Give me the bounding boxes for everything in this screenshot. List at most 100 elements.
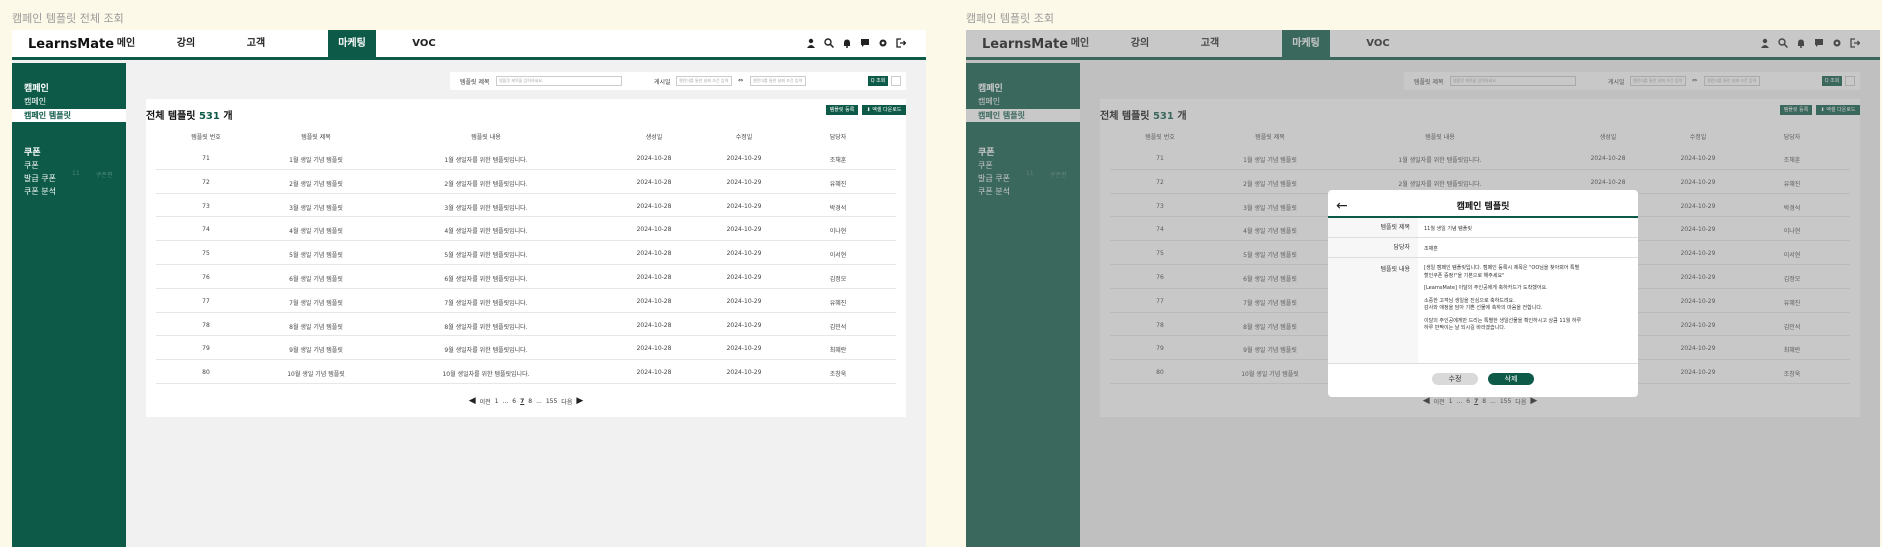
table-row[interactable]: 78 8월 생일 기념 템플릿 8월 생일자를 위한 템플릿입니다. 2024-10-… xyxy=(156,313,896,337)
modal-owner-label: 담당자 xyxy=(1328,238,1418,257)
user-icon[interactable] xyxy=(806,38,816,48)
modal-row-owner: 담당자 조채훈 xyxy=(1328,238,1638,258)
table-cell: 2024-10-29 xyxy=(726,250,762,258)
table-cell: 2024-10-28 xyxy=(636,321,672,329)
page-link[interactable]: 7 xyxy=(520,398,524,405)
next-arrow-icon[interactable]: ▶ xyxy=(576,396,583,406)
page-link[interactable]: 1 xyxy=(495,398,499,405)
table-cell: 2024-10-28 xyxy=(636,273,672,281)
table-cell: 2024-10-29 xyxy=(726,297,762,305)
table-cell: 2024-10-29 xyxy=(726,202,762,210)
modal-content-line: 소중한 고객님 생일을 진심으로 축하드려요. xyxy=(1424,297,1515,304)
column-header: 담당자 xyxy=(829,134,847,141)
nav-icon-group xyxy=(806,38,906,48)
modal-content-line: 감사와 애정을 담아 기쁜 선물에 축하의 마음을 전합니다. xyxy=(1424,305,1543,311)
ghost-text: 쿠폰편 xyxy=(96,172,113,179)
modal-content-label: 템플릿 내용 xyxy=(1328,258,1418,363)
table-row[interactable]: 76 6월 생일 기념 템플릿 6월 생일자를 위한 템플릿입니다. 2024-10-… xyxy=(156,265,896,289)
nav-main[interactable]: 메인 xyxy=(108,30,144,57)
sidebar-item-coupon-analysis[interactable]: 쿠폰 분석 xyxy=(24,186,56,197)
modal-content-line: 할인쿠폰 증정!"을 기본으로 해주세요" xyxy=(1424,272,1505,279)
top-navigation: LearnsMate 메인 강의 고객 마케팅 VOC xyxy=(12,30,926,60)
table-row[interactable]: 74 4월 생일 기념 템플릿 4월 생일자를 위한 템플릿입니다. 2024-10-… xyxy=(156,217,896,242)
column-header: 템플릿 제목 xyxy=(301,134,331,141)
table-cell: 이나현 xyxy=(829,228,847,236)
list-title: 전체 템플릿 531 개 xyxy=(146,107,233,122)
table-cell: 조채훈 xyxy=(829,157,847,164)
table-row[interactable]: 73 3월 생일 기념 템플릿 3월 생일자를 위한 템플릿입니다. 2024-10-… xyxy=(156,194,896,218)
modal-title-label: 템플릿 제목 xyxy=(1328,218,1418,237)
reset-button[interactable] xyxy=(891,76,901,86)
page-link[interactable]: 6 xyxy=(512,398,516,405)
list-count: 531 xyxy=(198,111,220,122)
gear-icon[interactable] xyxy=(878,38,888,48)
list-title-prefix: 전체 템플릿 xyxy=(146,111,196,122)
nav-lecture[interactable]: 강의 xyxy=(168,30,204,57)
sidebar-item-campaign-template[interactable]: 캠페인 템플릿 xyxy=(12,109,126,122)
nav-marketing[interactable]: 마케팅 xyxy=(328,30,376,57)
table-body: 71 1월 생일 기념 템플릿 1월 생일자를 위한 템플릿입니다. 2024-10-… xyxy=(156,146,896,384)
table-cell: 76 xyxy=(202,273,210,281)
page-link[interactable]: 이전 xyxy=(480,397,491,406)
modal-title: 캠페인 템플릿 xyxy=(1456,202,1510,212)
page-link[interactable]: 다음 xyxy=(561,397,572,406)
table-cell: 1월 생일 기념 템플릿 xyxy=(289,157,343,164)
edit-button[interactable]: 수정 xyxy=(1432,373,1478,385)
table-cell: 2024-10-28 xyxy=(636,202,672,210)
nav-customer[interactable]: 고객 xyxy=(238,30,274,57)
delete-button[interactable]: 삭제 xyxy=(1488,373,1534,385)
page-link[interactable]: 8 xyxy=(528,398,532,405)
table-cell: 2024-10-29 xyxy=(726,178,762,186)
table-cell: 김정모 xyxy=(829,275,847,283)
list-title-suffix: 개 xyxy=(223,111,233,122)
page-link[interactable]: 155 xyxy=(546,398,557,405)
table-cell: 75 xyxy=(202,250,210,258)
table-row[interactable]: 71 1월 생일 기념 템플릿 1월 생일자를 위한 템플릿입니다. 2024-10-… xyxy=(156,146,896,170)
nav-voc[interactable]: VOC xyxy=(406,30,442,57)
table-row[interactable]: 77 7월 생일 기념 템플릿 7월 생일자를 위한 템플릿입니다. 2024-10-… xyxy=(156,289,896,313)
prev-arrow-icon[interactable]: ◀ xyxy=(469,396,476,406)
table-cell: 2024-10-28 xyxy=(636,178,672,186)
table-cell: 김민석 xyxy=(829,323,847,331)
table-cell: 박경석 xyxy=(829,204,847,212)
table-cell: 2024-10-28 xyxy=(636,369,672,377)
app-logo[interactable]: LearnsMate xyxy=(28,37,114,52)
screen-list-view: LearnsMate 메인 강의 고객 마케팅 VOC 캠페인 캠페인 캠페인 … xyxy=(12,30,926,547)
table-cell: 2024-10-28 xyxy=(636,226,672,234)
table-row[interactable]: 75 5월 생일 기념 템플릿 5월 생일자를 위한 템플릿입니다. 2024-10-… xyxy=(156,241,896,265)
column-header: 템플릿 번호 xyxy=(191,134,221,141)
sidebar-item-issued-coupon[interactable]: 발급 쿠폰 xyxy=(24,173,56,184)
table-cell: 유혜진 xyxy=(829,180,847,188)
table-cell: 2024-10-29 xyxy=(726,345,762,353)
table-cell: 2024-10-28 xyxy=(636,345,672,353)
table-cell: 5월 생일 기념 템플릿 xyxy=(289,252,343,260)
table-row[interactable]: 72 2월 생일 기념 템플릿 2월 생일자를 위한 템플릿입니다. 2024-10-… xyxy=(156,170,896,194)
column-header: 템플릿 내용 xyxy=(471,134,501,141)
search-button[interactable]: Q 조회 xyxy=(868,76,888,86)
table-cell: 71 xyxy=(202,155,210,162)
search-icon[interactable] xyxy=(824,38,834,48)
message-icon[interactable] xyxy=(860,38,870,48)
modal-row-content: 템플릿 내용 [생일 캠페인 템플릿입니다. 캠페인 등록시 제목은 "OO님을… xyxy=(1328,258,1638,364)
sidebar: 캠페인 캠페인 캠페인 템플릿 쿠폰 쿠폰 발급 쿠폰 쿠폰 분석 11 쿠폰편 xyxy=(12,63,126,547)
sidebar-item-coupon[interactable]: 쿠폰 xyxy=(24,160,39,171)
table-header: 템플릿 번호 템플릿 제목 템플릿 내용 생성일 수정일 담당자 xyxy=(146,126,906,146)
logout-icon[interactable] xyxy=(896,38,906,48)
bell-icon[interactable] xyxy=(842,38,852,48)
date-end-input[interactable]: 캘린더를 통한 날짜 조건 입력 xyxy=(750,76,806,86)
template-list-card: 전체 템플릿 531 개 템플릿 등록 ⬇ 엑셀 다운로드 템플릿 번호 템플릿 … xyxy=(146,99,906,417)
date-start-input[interactable]: 캘린더를 통한 날짜 조건 입력 xyxy=(676,76,732,86)
modal-content-line: [LearnsMate] 이달의 주인공에게 축하카드가 도착했어요. xyxy=(1424,285,1548,291)
title-search-input[interactable]: 템플릿 제목을 입력하세요. xyxy=(496,76,622,86)
table-cell: 9월 생일자를 위한 템플릿입니다. xyxy=(444,347,528,355)
pagination: ◀ 이전 1... 6 7 8... 155 다음 ▶ xyxy=(146,396,906,406)
excel-download-button[interactable]: ⬇ 엑셀 다운로드 xyxy=(862,105,906,115)
table-cell: 3월 생일 기념 템플릿 xyxy=(289,204,343,212)
template-detail-modal: ← 캠페인 템플릿 템플릿 제목 11월 생일 기념 템플릿 담당자 조채훈 템… xyxy=(1328,190,1638,397)
sidebar-item-campaign[interactable]: 캠페인 xyxy=(24,96,46,107)
table-row[interactable]: 79 9월 생일 기념 템플릿 9월 생일자를 위한 템플릿입니다. 2024-10-… xyxy=(156,336,896,361)
register-template-button[interactable]: 템플릿 등록 xyxy=(826,105,858,115)
table-row[interactable]: 80 10월 생일 기념 템플릿 10월 생일자를 위한 템플릿입니다. 2024-1… xyxy=(156,360,896,384)
sidebar-group-campaign: 캠페인 xyxy=(24,84,49,94)
table-cell: 조창욱 xyxy=(829,371,847,379)
